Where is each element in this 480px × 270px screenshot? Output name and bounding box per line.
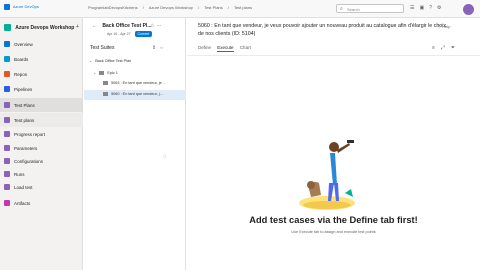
sidebar-item-pipelines[interactable]: Pipelines <box>0 82 83 96</box>
configurations-icon <box>4 158 10 164</box>
suites-tools: ⇕⇔ <box>152 45 167 51</box>
sidebar-item-boards[interactable]: Boards <box>0 52 83 66</box>
tree-item-epic[interactable]: ⌄ Epic 1 <box>93 70 118 75</box>
suites-heading: Test Suites <box>90 45 115 51</box>
sidebar-item-artifacts[interactable]: Artifacts <box>0 196 83 210</box>
tab-execute[interactable]: Execute <box>217 45 234 52</box>
tab-define[interactable]: Define <box>198 45 211 50</box>
progress-report-icon <box>4 131 10 137</box>
breadcrumb-org[interactable]: ProgramlabDevopsKitchens <box>88 5 138 10</box>
more-icon[interactable]: ⋯ <box>156 23 163 29</box>
sidebar-item-test-plans[interactable]: Test Plans <box>0 98 83 112</box>
breadcrumb-test-plans[interactable]: Test Plans <box>204 5 222 10</box>
chevron-down-icon[interactable]: ⌄ <box>89 59 92 63</box>
project-icon <box>4 24 11 31</box>
avatar[interactable] <box>463 4 474 15</box>
test-plan-icon <box>4 117 10 123</box>
brand[interactable]: Azure DevOps <box>4 4 39 10</box>
artifacts-icon <box>4 200 10 206</box>
help-icon: ⓘ <box>437 24 441 29</box>
sidebar-item-test-plans-sub[interactable]: Test plans <box>0 113 83 127</box>
help-icon[interactable]: ? <box>429 5 437 11</box>
tab-bar: Define Execute Chart <box>198 45 256 52</box>
org-header[interactable]: Azure Devops Workshop + <box>4 24 79 31</box>
tree-item-plan[interactable]: ⌄ Back Office Test Plan <box>89 58 131 63</box>
add-icon[interactable]: + <box>76 24 79 30</box>
mouse-cursor-icon: ◌ <box>163 154 167 160</box>
folder-icon <box>99 71 105 75</box>
breadcrumb-project[interactable]: Azure Devops Workshop <box>149 5 193 10</box>
requirement-suite-icon <box>103 81 108 85</box>
search-icon: ⌕ <box>340 6 343 12</box>
person-settings-icon[interactable]: ⚙ <box>437 5 446 11</box>
breadcrumb-current[interactable]: Test plans <box>234 5 252 10</box>
top-icons: ☰▣?⚙ <box>410 5 446 11</box>
repos-icon <box>4 71 10 77</box>
filter-icon[interactable]: ⏷ <box>451 45 461 51</box>
tree-item-5060[interactable]: 5060 : En tant que vendeur, j... <box>103 92 163 96</box>
sidebar-item-overview[interactable]: Overview <box>0 37 83 51</box>
requirement-suite-icon <box>103 92 108 96</box>
sidebar-item-configurations[interactable]: Configurations <box>0 154 83 168</box>
test-plans-icon <box>4 102 10 108</box>
shopping-bag-icon[interactable]: ▣ <box>419 5 429 11</box>
sidebar-item-load-test[interactable]: Load test <box>0 180 83 194</box>
plan-meta: Apr 16 - Apr 27 Current <box>107 31 153 37</box>
plan-icons: ☆⋯ <box>150 23 163 29</box>
sidebar-item-repos[interactable]: Repos <box>0 67 83 81</box>
empty-state-illustration <box>299 140 355 210</box>
overview-icon <box>4 41 10 47</box>
collapse-icon[interactable]: ⇔ <box>159 45 167 51</box>
runs-icon <box>4 171 10 177</box>
tab-chart[interactable]: Chart <box>240 45 251 50</box>
empty-state-title: Add test cases via the Define tab first! <box>249 215 418 225</box>
boards-icon <box>4 56 10 62</box>
sidebar-item-parameters[interactable]: Parameters <box>0 141 83 155</box>
fullscreen-icon[interactable]: ⤢ <box>441 45 451 51</box>
help-link[interactable]: ⓘ Help <box>437 24 450 30</box>
work-item-title: 5060 : En tant que vendeur, je veux pouv… <box>198 23 447 37</box>
breadcrumb: ProgramlabDevopsKitchens / Azure Devops … <box>88 5 252 10</box>
top-bar: Azure DevOps ProgramlabDevopsKitchens / … <box>0 0 480 18</box>
main-content: 5060 : En tant que vendeur, je veux pouv… <box>187 18 480 270</box>
back-arrow-icon[interactable]: ← <box>92 23 97 29</box>
pipelines-icon <box>4 86 10 92</box>
sidebar: Azure Devops Workshop + Overview Boards … <box>0 18 83 270</box>
chevron-down-icon[interactable]: ⌄ <box>93 71 96 75</box>
tree-item-5063[interactable]: 5063 : En tant que vendeur, je ... <box>103 81 166 85</box>
sidebar-item-progress-report[interactable]: Progress report <box>0 127 83 141</box>
column-options-icon[interactable]: ≡ <box>432 45 441 51</box>
plan-title[interactable]: ← Back Office Test Pl... <box>92 23 151 29</box>
status-badge: Current <box>134 31 153 37</box>
empty-state-subtitle: Use Execute tab to assign and execute te… <box>291 230 376 234</box>
main-toolbar: ≡⤢⏷ <box>432 45 461 51</box>
parameters-icon <box>4 145 10 151</box>
brand-label: Azure DevOps <box>12 4 39 10</box>
sidebar-item-runs[interactable]: Runs <box>0 167 83 181</box>
azure-devops-logo-icon <box>4 4 10 10</box>
search-input[interactable]: ⌕ Search <box>336 4 404 13</box>
divider <box>187 55 480 56</box>
load-test-icon <box>4 184 10 190</box>
test-suites-panel: ← Back Office Test Pl... ☆⋯ Apr 16 - Apr… <box>84 18 186 270</box>
